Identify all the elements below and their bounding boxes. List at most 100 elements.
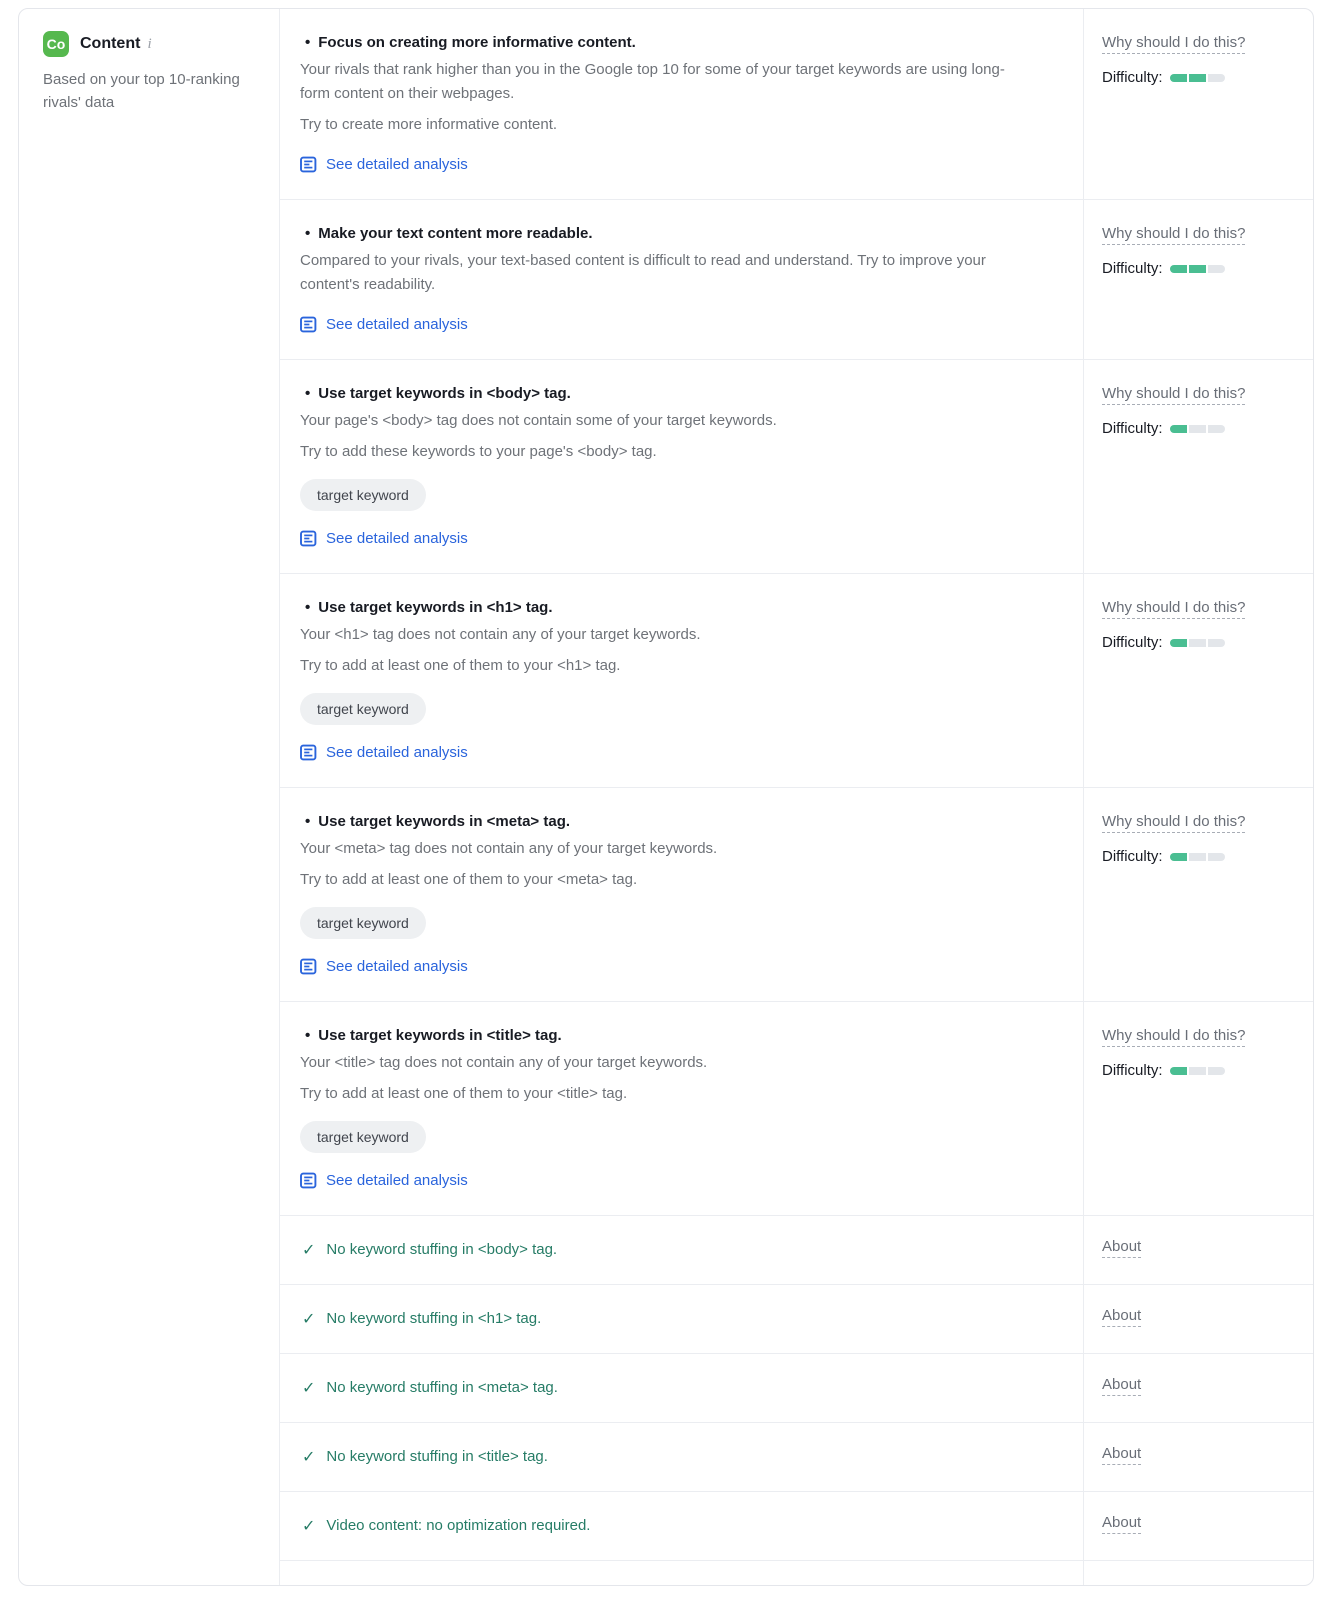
difficulty-row: Difficulty:: [1102, 260, 1297, 277]
difficulty-bar: [1170, 425, 1225, 433]
idea-description: Your <title> tag does not contain any of…: [300, 1051, 1020, 1075]
target-keyword-tag: target keyword: [300, 907, 426, 939]
check-row-no-stuffing-title: ✓ No keyword stuffing in <title> tag. Ab…: [280, 1422, 1313, 1491]
about-link[interactable]: About: [1102, 1514, 1141, 1534]
detailed-analysis-icon: [300, 316, 317, 333]
difficulty-label: Difficulty:: [1102, 420, 1163, 437]
info-icon[interactable]: i: [147, 36, 151, 53]
about-link[interactable]: About: [1102, 1376, 1141, 1396]
check-icon: ✓: [302, 1240, 315, 1260]
check-text: No keyword stuffing in <body> tag.: [326, 1239, 557, 1261]
see-detailed-analysis-label: See detailed analysis: [326, 530, 468, 547]
idea-description: Try to add at least one of them to your …: [300, 654, 1020, 678]
idea-title: •Make your text content more readable.: [300, 225, 1059, 242]
check-row-video-content: ✓ Video content: no optimization require…: [280, 1491, 1313, 1560]
idea-row-informative-content: •Focus on creating more informative cont…: [280, 9, 1313, 199]
difficulty-row: Difficulty:: [1102, 1062, 1297, 1079]
bullet-icon: •: [305, 385, 310, 402]
see-detailed-analysis-link[interactable]: See detailed analysis: [300, 530, 468, 547]
check-text: No keyword stuffing in <meta> tag.: [326, 1377, 558, 1399]
content-category-badge: Co: [43, 31, 69, 57]
idea-description: Try to add these keywords to your page's…: [300, 440, 1020, 464]
idea-title: •Use target keywords in <body> tag.: [300, 385, 1059, 402]
difficulty-bar: [1170, 74, 1225, 82]
why-should-i-do-this-link[interactable]: Why should I do this?: [1102, 599, 1245, 619]
idea-row-keywords-meta: •Use target keywords in <meta> tag. Your…: [280, 787, 1313, 1001]
check-row-no-stuffing-body: ✓ No keyword stuffing in <body> tag. Abo…: [280, 1215, 1313, 1284]
check-row-no-stuffing-meta: ✓ No keyword stuffing in <meta> tag. Abo…: [280, 1353, 1313, 1422]
see-detailed-analysis-label: See detailed analysis: [326, 958, 468, 975]
idea-description: Try to create more informative content.: [300, 113, 1020, 137]
why-should-i-do-this-link[interactable]: Why should I do this?: [1102, 225, 1245, 245]
category-subtitle: Based on your top 10-ranking rivals' dat…: [43, 68, 248, 114]
check-icon: ✓: [302, 1378, 315, 1398]
why-should-i-do-this-link[interactable]: Why should I do this?: [1102, 1027, 1245, 1047]
difficulty-label: Difficulty:: [1102, 1062, 1163, 1079]
see-detailed-analysis-link[interactable]: See detailed analysis: [300, 156, 468, 173]
difficulty-row: Difficulty:: [1102, 848, 1297, 865]
idea-description: Your page's <body> tag does not contain …: [300, 409, 1020, 433]
check-row-meta-description-match: ✓ Your meta description matches the desc…: [280, 1560, 1313, 1586]
detailed-analysis-icon: [300, 530, 317, 547]
difficulty-row: Difficulty:: [1102, 69, 1297, 86]
check-text: No keyword stuffing in <h1> tag.: [326, 1308, 541, 1330]
see-detailed-analysis-link[interactable]: See detailed analysis: [300, 958, 468, 975]
see-detailed-analysis-label: See detailed analysis: [326, 156, 468, 173]
idea-row-keywords-h1: •Use target keywords in <h1> tag. Your <…: [280, 573, 1313, 787]
bullet-icon: •: [305, 1027, 310, 1044]
check-text: Your meta description matches the descri…: [326, 1584, 818, 1586]
see-detailed-analysis-link[interactable]: See detailed analysis: [300, 744, 468, 761]
content-category-sidebar: Co Content i Based on your top 10-rankin…: [19, 9, 280, 1585]
ideas-list: •Focus on creating more informative cont…: [280, 9, 1313, 1585]
difficulty-label: Difficulty:: [1102, 848, 1163, 865]
see-detailed-analysis-label: See detailed analysis: [326, 316, 468, 333]
idea-title: •Focus on creating more informative cont…: [300, 34, 1059, 51]
difficulty-label: Difficulty:: [1102, 260, 1163, 277]
why-should-i-do-this-link[interactable]: Why should I do this?: [1102, 385, 1245, 405]
detailed-analysis-icon: [300, 156, 317, 173]
difficulty-label: Difficulty:: [1102, 69, 1163, 86]
about-link[interactable]: About: [1102, 1445, 1141, 1465]
difficulty-bar: [1170, 1067, 1225, 1075]
about-link[interactable]: About: [1102, 1307, 1141, 1327]
detailed-analysis-icon: [300, 958, 317, 975]
difficulty-label: Difficulty:: [1102, 634, 1163, 651]
idea-title: •Use target keywords in <meta> tag.: [300, 813, 1059, 830]
difficulty-bar: [1170, 265, 1225, 273]
idea-row-keywords-title: •Use target keywords in <title> tag. You…: [280, 1001, 1313, 1215]
idea-description: Compared to your rivals, your text-based…: [300, 249, 1020, 297]
target-keyword-tag: target keyword: [300, 1121, 426, 1153]
difficulty-row: Difficulty:: [1102, 634, 1297, 651]
bullet-icon: •: [305, 813, 310, 830]
idea-description: Your rivals that rank higher than you in…: [300, 58, 1020, 106]
target-keyword-tag: target keyword: [300, 479, 426, 511]
category-title: Content: [80, 35, 140, 53]
about-link[interactable]: About: [1102, 1583, 1141, 1586]
about-link[interactable]: About: [1102, 1238, 1141, 1258]
check-text: No keyword stuffing in <title> tag.: [326, 1446, 548, 1468]
difficulty-row: Difficulty:: [1102, 420, 1297, 437]
why-should-i-do-this-link[interactable]: Why should I do this?: [1102, 34, 1245, 54]
difficulty-bar: [1170, 853, 1225, 861]
difficulty-bar: [1170, 639, 1225, 647]
see-detailed-analysis-label: See detailed analysis: [326, 744, 468, 761]
bullet-icon: •: [305, 599, 310, 616]
detailed-analysis-icon: [300, 1172, 317, 1189]
see-detailed-analysis-label: See detailed analysis: [326, 1172, 468, 1189]
check-row-no-stuffing-h1: ✓ No keyword stuffing in <h1> tag. About: [280, 1284, 1313, 1353]
see-detailed-analysis-link[interactable]: See detailed analysis: [300, 316, 468, 333]
see-detailed-analysis-link[interactable]: See detailed analysis: [300, 1172, 468, 1189]
idea-title: •Use target keywords in <title> tag.: [300, 1027, 1059, 1044]
idea-row-readability: •Make your text content more readable. C…: [280, 199, 1313, 359]
target-keyword-tag: target keyword: [300, 693, 426, 725]
bullet-icon: •: [305, 225, 310, 242]
detailed-analysis-icon: [300, 744, 317, 761]
check-icon: ✓: [302, 1447, 315, 1467]
why-should-i-do-this-link[interactable]: Why should I do this?: [1102, 813, 1245, 833]
check-icon: ✓: [302, 1585, 315, 1586]
idea-description: Your <h1> tag does not contain any of yo…: [300, 623, 1020, 647]
check-icon: ✓: [302, 1516, 315, 1536]
idea-title: •Use target keywords in <h1> tag.: [300, 599, 1059, 616]
check-text: Video content: no optimization required.: [326, 1515, 590, 1537]
content-ideas-card: Co Content i Based on your top 10-rankin…: [18, 8, 1314, 1586]
